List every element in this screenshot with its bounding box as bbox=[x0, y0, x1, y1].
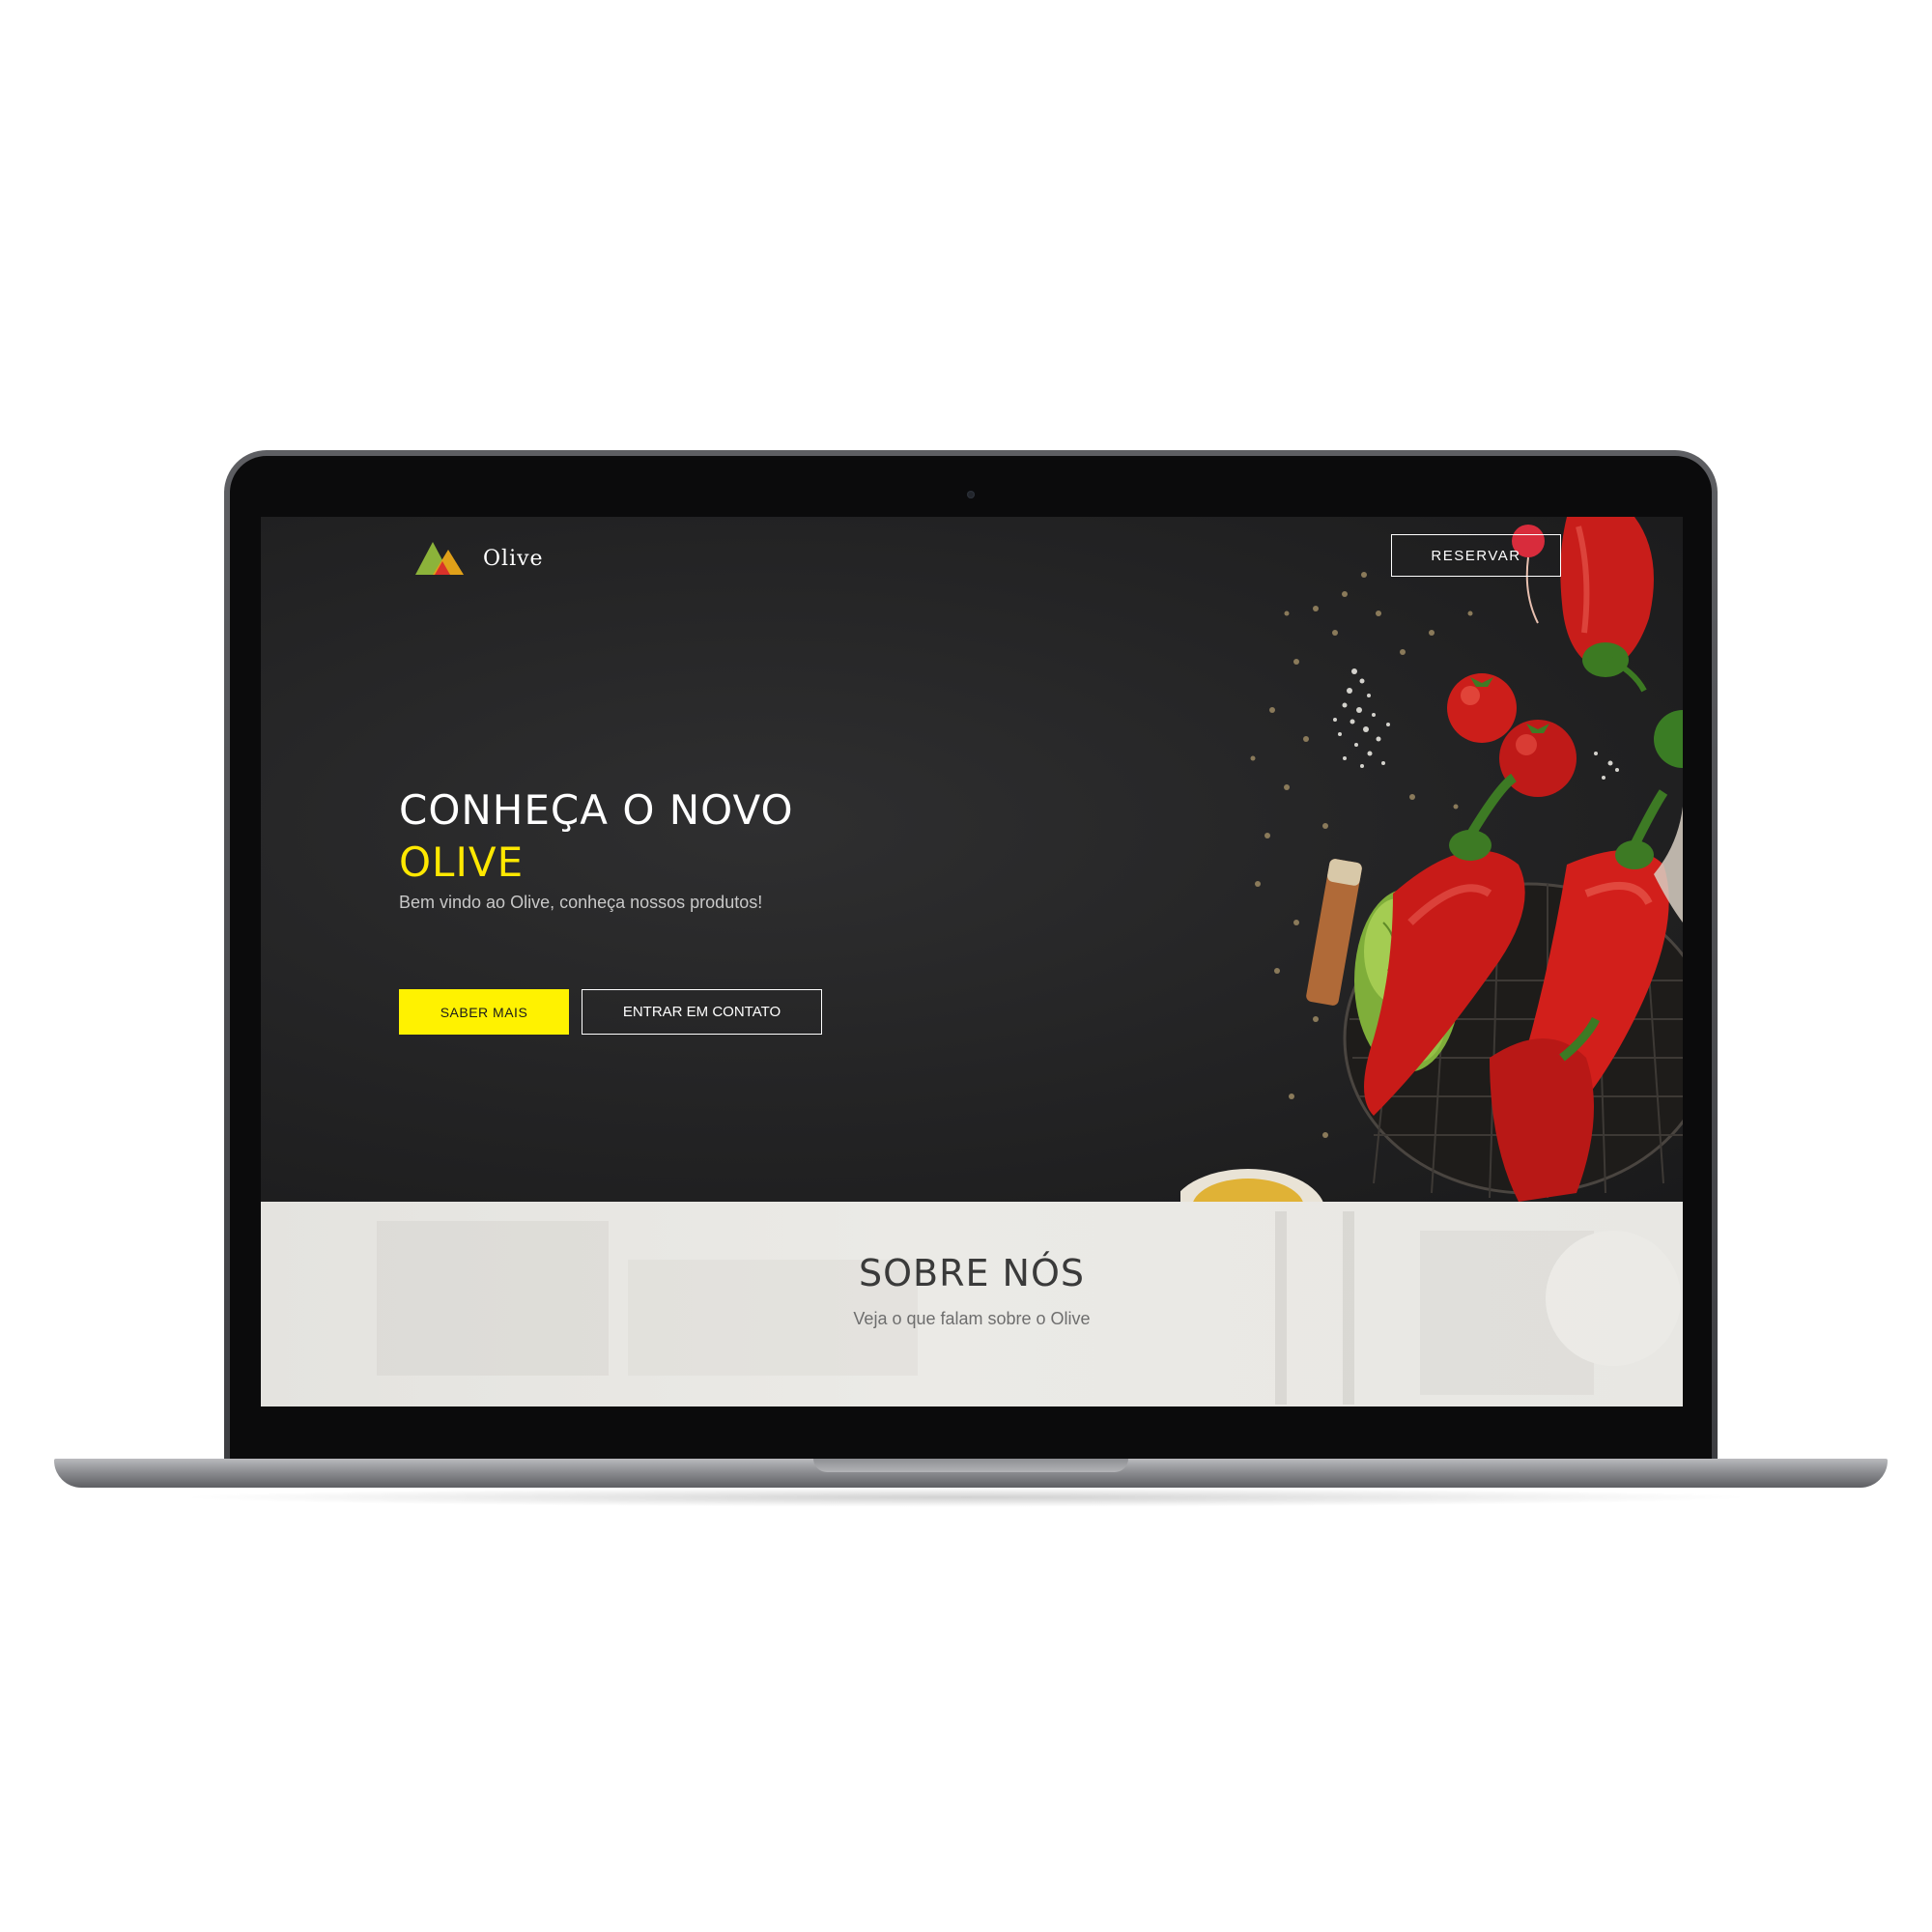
hero-section: Olive RESERVAR CONHEÇA O NOVO OLIVE Bem … bbox=[261, 517, 1683, 1202]
mountain-logo-icon bbox=[415, 542, 464, 575]
learn-more-button[interactable]: SABER MAIS bbox=[399, 989, 569, 1035]
hero-title: CONHEÇA O NOVO OLIVE bbox=[399, 784, 794, 889]
hero-title-accent: OLIVE bbox=[399, 838, 525, 886]
camera-dot bbox=[967, 491, 975, 498]
brand-logo[interactable]: Olive bbox=[415, 539, 544, 578]
about-subtitle: Veja o que falam sobre o Olive bbox=[853, 1309, 1091, 1328]
reserve-button[interactable]: RESERVAR bbox=[1391, 534, 1561, 577]
food-photo bbox=[1180, 517, 1683, 1202]
hero-title-line1: CONHEÇA O NOVO bbox=[399, 786, 794, 834]
contact-button[interactable]: ENTRAR EM CONTATO bbox=[582, 989, 822, 1035]
about-title: SOBRE NÓS bbox=[858, 1252, 1086, 1294]
brand-name: Olive bbox=[483, 546, 544, 571]
hero-subtitle: Bem vindo ao Olive, conheça nossos produ… bbox=[399, 893, 763, 912]
about-section: SOBRE NÓS Veja o que falam sobre o Olive bbox=[261, 1202, 1683, 1406]
laptop-notch bbox=[813, 1459, 1128, 1472]
website-screen: Olive RESERVAR CONHEÇA O NOVO OLIVE Bem … bbox=[261, 517, 1683, 1406]
about-background-image bbox=[377, 1211, 1681, 1405]
laptop-shadow bbox=[174, 1488, 1758, 1507]
